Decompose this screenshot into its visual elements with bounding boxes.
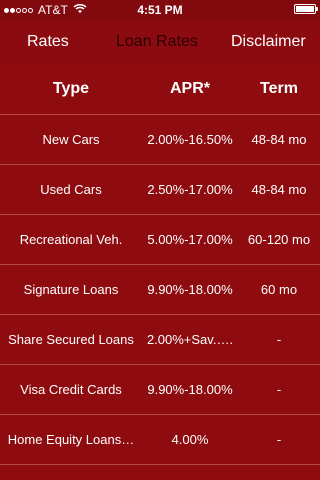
row-type: Visa Credit Cards xyxy=(20,382,122,397)
row-type: Recreational Veh. xyxy=(19,232,123,247)
table-header: Type APR* Term xyxy=(0,64,320,115)
header-apr: APR* xyxy=(169,80,210,97)
table-row[interactable]: Home Equity Loans… 4.00% - xyxy=(0,415,320,465)
row-term: - xyxy=(276,332,282,347)
header-type: Type xyxy=(52,80,90,97)
table-row[interactable]: Signature Loans 9.90%-18.00% 60 mo xyxy=(0,265,320,315)
row-apr: 2.50%-17.00% xyxy=(147,182,233,197)
row-type: Signature Loans xyxy=(23,282,119,297)
tab-loan-rates[interactable]: Loan Rates xyxy=(116,33,198,51)
header-term: Term xyxy=(260,80,298,97)
row-apr: 2.00%+Sav.…. xyxy=(146,332,234,347)
row-term: 48-84 mo xyxy=(251,182,307,197)
row-apr: 4.00% xyxy=(171,432,209,447)
row-term: 60 mo xyxy=(260,282,298,297)
row-term: 60-120 mo xyxy=(247,232,311,247)
row-type: Home Equity Loans… xyxy=(7,432,135,447)
row-type: Used Cars xyxy=(40,182,102,197)
battery-icon xyxy=(294,4,318,14)
tab-bar: Rates Loan Rates Disclaimer xyxy=(0,20,320,64)
status-bar: AT&T 4:51 PM xyxy=(0,0,320,20)
tab-rates[interactable]: Rates xyxy=(27,33,69,51)
row-apr: 9.90%-18.00% xyxy=(147,382,233,397)
row-type: Share Secured Loans xyxy=(8,332,134,347)
row-term: - xyxy=(276,382,282,397)
row-type: New Cars xyxy=(42,132,100,147)
status-time: 4:51 PM xyxy=(137,3,183,17)
row-term: 48-84 mo xyxy=(251,132,307,147)
table-row[interactable]: Used Cars 2.50%-17.00% 48-84 mo xyxy=(0,165,320,215)
loan-rates-table: Type APR* Term New Cars 2.00%-16.50% 48-… xyxy=(0,64,320,465)
table-row[interactable]: Share Secured Loans 2.00%+Sav.…. - xyxy=(0,315,320,365)
row-term: - xyxy=(276,432,282,447)
table-row[interactable]: Visa Credit Cards 9.90%-18.00% - xyxy=(0,365,320,415)
row-apr: 9.90%-18.00% xyxy=(147,282,233,297)
table-row[interactable]: Recreational Veh. 5.00%-17.00% 60-120 mo xyxy=(0,215,320,265)
table-row[interactable]: New Cars 2.00%-16.50% 48-84 mo xyxy=(0,115,320,165)
row-apr: 2.00%-16.50% xyxy=(147,132,233,147)
tab-disclaimer[interactable]: Disclaimer xyxy=(231,33,306,51)
row-apr: 5.00%-17.00% xyxy=(147,232,233,247)
